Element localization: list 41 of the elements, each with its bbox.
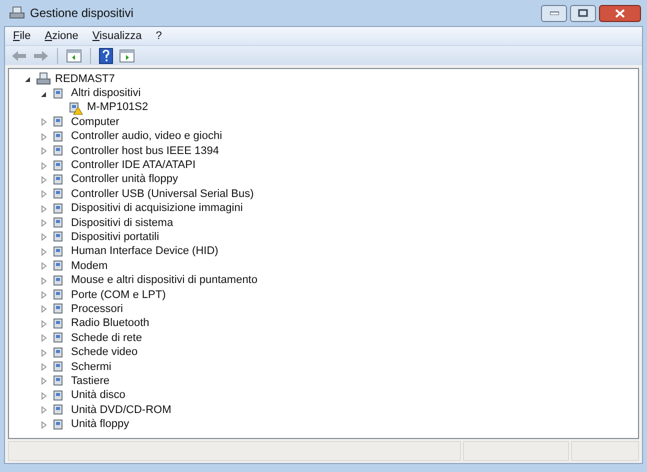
menu-item[interactable]: ? — [156, 28, 162, 44]
maximize-button[interactable] — [570, 4, 596, 22]
window-title: Gestione dispositivi — [30, 5, 134, 22]
menu-item[interactable]: File — [13, 28, 31, 44]
tree-item[interactable]: Controller USB (Universal Serial Bus) — [70, 188, 255, 201]
tree-item[interactable]: Dispositivi portatili — [70, 230, 160, 244]
tree-item[interactable]: Unità disco — [70, 389, 126, 402]
app-icon — [9, 6, 25, 20]
panel-icon[interactable] — [66, 48, 82, 62]
tree-item[interactable]: Human Interface Device (HID) — [70, 245, 220, 258]
maximize-icon — [578, 9, 588, 17]
menu-item[interactable]: Visualizza — [92, 28, 142, 44]
help-icon[interactable] — [99, 48, 113, 64]
tree-item[interactable]: Schermi — [70, 360, 112, 374]
tree-item[interactable]: Porte (COM e LPT) — [70, 288, 167, 302]
tree-item[interactable]: Controller audio, video e giochi — [70, 130, 224, 144]
tree-item[interactable]: Computer — [70, 116, 120, 129]
tree-item[interactable]: Controller IDE ATA/ATAPI — [70, 159, 196, 172]
panel-icon[interactable] — [119, 48, 135, 62]
tree-item[interactable]: M-MP101S2 — [86, 101, 150, 114]
tree-item[interactable]: Dispositivi di acquisizione immagini — [70, 202, 244, 216]
tree-item[interactable]: Unità floppy — [70, 418, 130, 432]
minimize-button[interactable] — [541, 4, 567, 22]
minimize-icon — [550, 11, 558, 15]
menu-item[interactable]: Azione — [44, 28, 78, 44]
tree-item[interactable]: Schede di rete — [70, 332, 143, 345]
tree-item[interactable]: Schede video — [70, 346, 139, 360]
tree-item[interactable]: Altri dispositivi — [70, 87, 142, 100]
tree-item[interactable]: REDMAST7 — [54, 72, 116, 86]
tree-item[interactable]: Tastiere — [70, 374, 111, 388]
tree-item[interactable]: Mouse e altri dispositivi di puntamento — [70, 274, 258, 288]
tree-item[interactable]: Dispositivi di sistema — [70, 216, 174, 230]
close-icon — [615, 8, 625, 18]
tree-item[interactable]: Unità DVD/CD-ROM — [70, 404, 172, 417]
tree-item[interactable]: Processori — [70, 302, 124, 316]
tree-item[interactable]: Controller host bus IEEE 1394 — [70, 144, 220, 158]
status-section — [571, 441, 639, 461]
tree-item[interactable]: Controller unità floppy — [70, 173, 180, 186]
tree-item[interactable]: Radio Bluetooth — [70, 317, 150, 330]
close-button[interactable] — [599, 4, 641, 22]
tree-item[interactable]: Modem — [70, 260, 109, 273]
